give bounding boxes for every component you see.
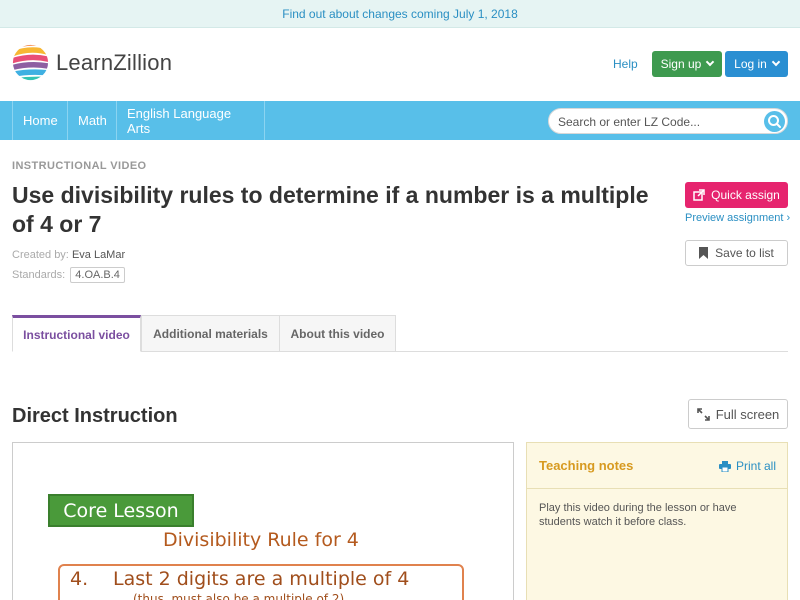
video-frame[interactable]: Core Lesson Divisibility Rule for 4 4. L… [13, 443, 513, 600]
teaching-notes-header: Teaching notes Print all [527, 443, 787, 489]
tab-instructional-video[interactable]: Instructional video [12, 315, 141, 352]
site-header: LearnZillion Help Sign up Log in [0, 28, 800, 101]
external-link-icon [693, 189, 705, 201]
announcement-link[interactable]: Find out about changes coming July 1, 20… [282, 7, 518, 21]
full-screen-button[interactable]: Full screen [688, 399, 788, 429]
standard-badge[interactable]: 4.OA.B.4 [70, 267, 125, 283]
standards: Standards: 4.OA.B.4 [12, 267, 125, 283]
save-to-list-button[interactable]: Save to list [685, 240, 788, 266]
content-tabs: Instructional video Additional materials… [12, 315, 788, 352]
content-type-label: INSTRUCTIONAL VIDEO [12, 160, 147, 172]
video-player[interactable]: Core Lesson Divisibility Rule for 4 4. L… [12, 442, 514, 600]
teaching-notes-title: Teaching notes [539, 458, 634, 473]
full-screen-label: Full screen [715, 406, 780, 422]
rule-title: Divisibility Rule for 4 [163, 529, 359, 551]
chevron-down-icon [706, 57, 715, 67]
nav-item-label: Home [23, 113, 58, 128]
created-by: Created by: Eva LaMar [12, 249, 125, 261]
standards-label: Standards: [12, 269, 66, 281]
expand-icon [696, 407, 710, 421]
search-icon [768, 115, 781, 128]
search-box [548, 108, 788, 134]
nav-item-ela[interactable]: English Language Arts [116, 101, 265, 140]
page-title: Use divisibility rules to determine if a… [12, 182, 649, 237]
section-title: Direct Instruction [12, 405, 178, 427]
help-link[interactable]: Help [613, 57, 638, 71]
nav-item-home[interactable]: Home [12, 101, 68, 140]
quick-assign-label: Quick assign [711, 188, 780, 202]
rule-box: 4. Last 2 digits are a multiple of 4 (th… [58, 564, 464, 600]
bookmark-icon [699, 247, 709, 259]
created-by-label: Created by: [12, 249, 69, 261]
log-in-button[interactable]: Log in [725, 51, 788, 77]
logo-text: LearnZillion [56, 49, 173, 75]
tab-about-this-video[interactable]: About this video [279, 315, 396, 352]
logo-mark-icon [12, 44, 49, 81]
tab-additional-materials[interactable]: Additional materials [141, 315, 280, 352]
core-lesson-banner: Core Lesson [48, 494, 194, 527]
rule-number: 4. [70, 568, 89, 590]
tab-label: Additional materials [153, 326, 268, 341]
print-all-label: Print all [736, 459, 777, 473]
preview-assignment-link[interactable]: Preview assignment › [685, 212, 790, 224]
announcement-bar: Find out about changes coming July 1, 20… [0, 0, 800, 28]
author-link[interactable]: Eva LaMar [72, 249, 125, 261]
search-button[interactable] [764, 111, 785, 132]
log-in-label: Log in [734, 57, 767, 71]
save-to-list-label: Save to list [715, 246, 774, 260]
rule-subtext: (thus, must also be a multiple of 2) [133, 592, 345, 600]
print-icon [719, 460, 731, 472]
sign-up-button[interactable]: Sign up [652, 51, 722, 77]
search-input[interactable] [558, 113, 758, 131]
nav-item-label: Math [78, 113, 107, 128]
quick-assign-button[interactable]: Quick assign [685, 182, 788, 208]
chevron-down-icon [771, 57, 781, 67]
main-nav: Home Math English Language Arts [0, 101, 800, 140]
logo[interactable]: LearnZillion [12, 44, 172, 81]
teaching-notes-panel: Teaching notes Print all Play this video… [526, 442, 788, 600]
nav-item-label: English Language Arts [127, 105, 232, 136]
tab-label: About this video [290, 326, 385, 341]
print-all-button[interactable]: Print all [719, 459, 776, 473]
teaching-notes-body: Play this video during the lesson or hav… [539, 502, 737, 528]
tab-label: Instructional video [23, 327, 130, 342]
rule-text: Last 2 digits are a multiple of 4 [113, 568, 410, 590]
nav-item-math[interactable]: Math [67, 101, 117, 140]
sign-up-label: Sign up [660, 57, 702, 71]
